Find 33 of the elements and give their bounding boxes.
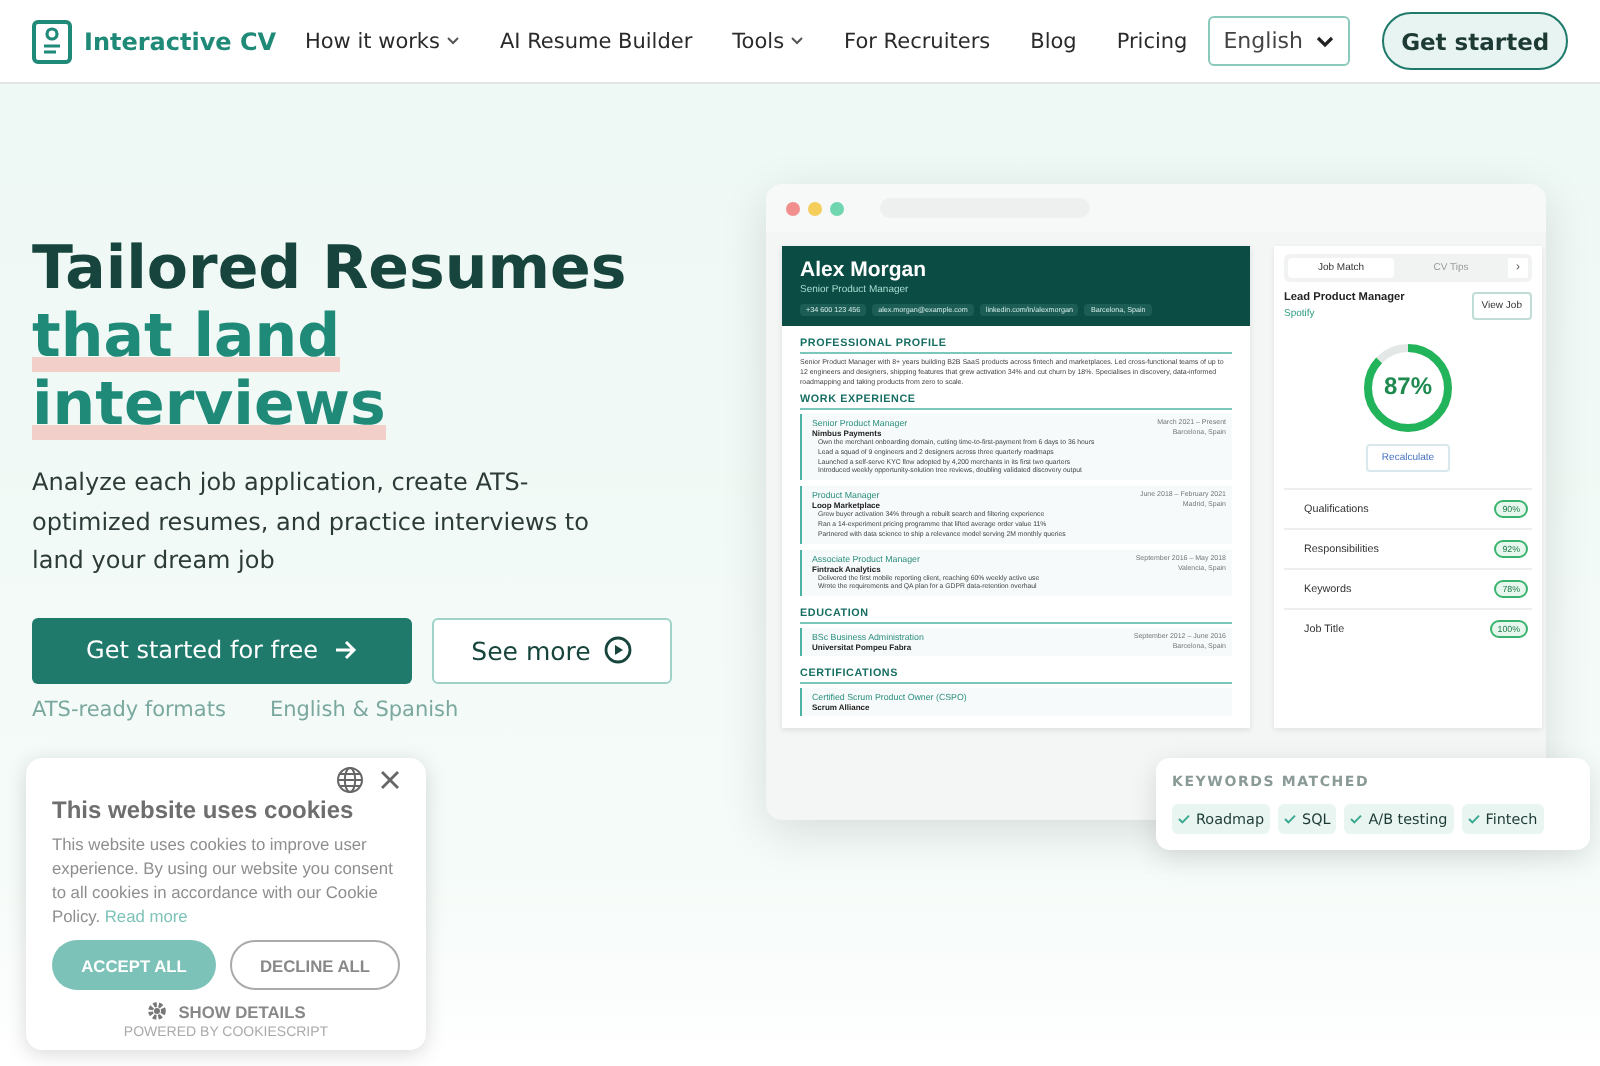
match-score: 87%: [1381, 372, 1435, 400]
window-controls-icon: [786, 201, 844, 215]
resume-name: Alex Morgan: [800, 258, 929, 282]
check-icon: [1350, 814, 1363, 824]
chevron-down-icon: [1316, 35, 1335, 47]
gear-icon: [146, 1000, 169, 1022]
nav-link[interactable]: AI Resume Builder: [479, 29, 713, 53]
hero-subtitle: Analyze each job application, create ATS-optimized resumes, and practice interviews to land your dream job: [32, 466, 591, 578]
cookie-title: This website uses cookies: [52, 796, 356, 824]
resume-logo-icon: [32, 19, 72, 63]
feature-label: English & Spanish: [269, 697, 459, 721]
close-icon[interactable]: [380, 770, 400, 790]
language-select[interactable]: English: [1207, 16, 1351, 66]
play-circle-icon: [604, 636, 633, 664]
hero-headline: Tailored Resumes that land interviews: [32, 236, 629, 440]
feature-label: ATS-ready formats: [32, 697, 226, 721]
check-icon: [1284, 814, 1297, 824]
get-started-button[interactable]: Get started: [1382, 12, 1568, 70]
decline-all-button[interactable]: DECLINE ALL: [230, 940, 400, 990]
nav-link[interactable]: For Recruiters: [824, 29, 1011, 53]
nav-link[interactable]: Tools: [712, 29, 825, 53]
globe-icon[interactable]: [336, 766, 364, 794]
nav-link[interactable]: How it works: [284, 29, 480, 53]
get-started-free-button[interactable]: Get started for free: [32, 617, 412, 683]
nav-link[interactable]: Pricing: [1096, 29, 1208, 53]
cookie-text: This website uses cookies to improve user experience. By using our website you consent to all cookies in accordance with our Cookie Policy. Read more: [52, 832, 395, 928]
brand-name[interactable]: Interactive CV: [84, 27, 277, 55]
nav-link[interactable]: Blog: [1010, 29, 1097, 53]
check-icon: [1178, 814, 1190, 824]
arrow-right-icon: [333, 640, 358, 660]
see-more-button[interactable]: See more: [432, 617, 672, 683]
show-details-button[interactable]: SHOW DETAILS: [146, 1000, 306, 1022]
check-icon: [1467, 814, 1480, 824]
